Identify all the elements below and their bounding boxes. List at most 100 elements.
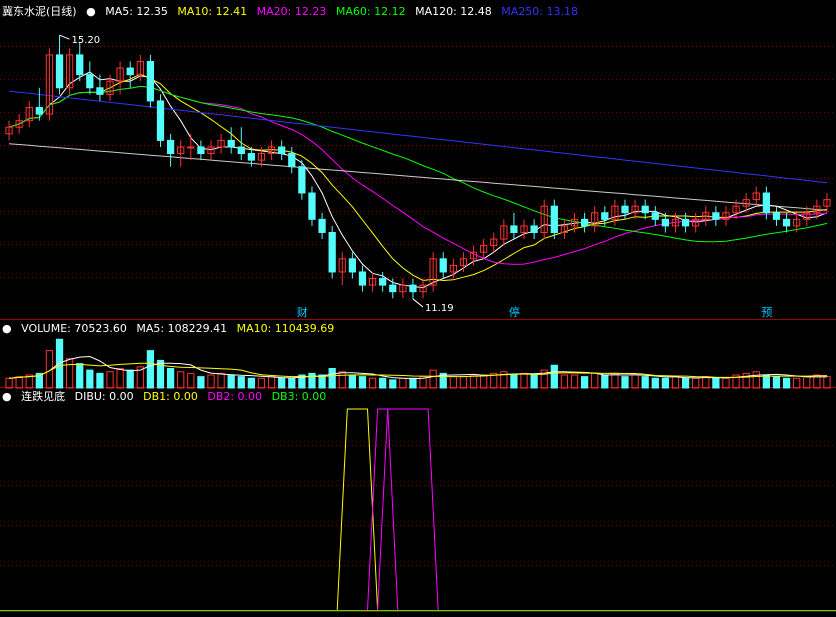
volume-bar <box>712 377 720 389</box>
volume-bar <box>429 369 437 389</box>
volume-bar <box>247 377 256 389</box>
volume-bar <box>66 358 74 389</box>
volume-bar <box>166 368 175 389</box>
volume-bar <box>126 369 134 389</box>
event-badge: 停 <box>509 305 520 319</box>
ma60-line <box>8 85 828 243</box>
candle-body <box>328 231 336 273</box>
volume-bar <box>621 376 629 389</box>
volume-bar <box>782 377 791 389</box>
candle-body <box>762 192 770 214</box>
volume-bar <box>681 377 690 389</box>
candle-body <box>712 212 720 220</box>
candle-body <box>318 218 326 233</box>
volume-bar <box>510 374 518 389</box>
candle-body <box>389 284 397 293</box>
volume-bar <box>611 372 619 389</box>
volume-bar <box>823 376 831 389</box>
chart-canvas: 15.20 11.19 财 停 预 <box>0 34 836 612</box>
indicator-menu-icon[interactable]: ● <box>86 5 96 18</box>
stock-chart-window: 15.20 11.19 财 停 预 冀东水泥(日线) ● MA5: 12.35 MA10… <box>0 0 836 617</box>
volume-bar <box>762 374 770 389</box>
volume-bar <box>399 377 407 389</box>
db3-value: DB3: 0.00 <box>271 390 327 403</box>
volume-bar <box>257 377 266 389</box>
candle-body <box>651 212 659 220</box>
volume-bar <box>358 376 367 389</box>
volume-bar <box>742 372 750 389</box>
candle-body <box>166 139 175 155</box>
candle-body <box>621 205 629 214</box>
candle-body <box>530 225 538 233</box>
candle-body <box>641 205 649 214</box>
volume-bar <box>793 377 801 389</box>
volume-bar <box>146 350 155 389</box>
volume-bar <box>651 377 659 389</box>
volume-bar <box>267 376 276 389</box>
volume-bar <box>197 376 205 389</box>
volume-bar <box>116 368 124 389</box>
volume-bar <box>601 374 609 389</box>
ma250-label: MA250: 13.18 <box>501 5 579 18</box>
volume-bar <box>459 376 468 389</box>
candle-body <box>601 212 609 220</box>
ma10-label: MA10: 12.41 <box>177 5 248 18</box>
volume-bar <box>449 376 457 389</box>
candle-body <box>86 74 94 89</box>
volume-bar <box>550 364 558 389</box>
candle-body <box>550 205 558 233</box>
volume-bar <box>520 372 528 389</box>
volume-bar <box>338 371 346 389</box>
candle-body <box>247 153 256 161</box>
candle-body <box>409 284 417 293</box>
volume-bar <box>702 376 710 389</box>
main-header: 冀东水泥(日线) ● MA5: 12.35 MA10: 12.41 MA20: … <box>2 4 584 20</box>
volume-bar <box>772 376 781 389</box>
ma20-line <box>8 85 828 265</box>
event-badge: 预 <box>761 306 772 319</box>
candle-body <box>227 139 235 148</box>
high-label: 15.20 <box>72 35 101 46</box>
volume-bar <box>217 372 225 389</box>
indicator-header: ● 连跌见底 DIBU: 0.00 DB1: 0.00 DB2: 0.00 DB… <box>2 389 332 405</box>
candle-body <box>146 60 155 102</box>
volume-bar <box>288 377 296 389</box>
low-marker <box>412 298 424 308</box>
volume-bar <box>187 372 195 389</box>
ma120-line <box>8 143 828 211</box>
volume-ma10: MA10: 110439.69 <box>236 322 335 335</box>
volume-bar <box>560 374 569 389</box>
candle-body <box>379 278 387 286</box>
ma20-label: MA20: 12.23 <box>256 5 327 18</box>
volume-bar <box>5 377 13 389</box>
volume-bar <box>328 368 336 389</box>
volume-bar <box>530 374 538 389</box>
candle-body <box>288 153 296 168</box>
candle-body <box>278 146 286 155</box>
volume-bar <box>15 376 23 389</box>
volume-bar <box>591 372 599 389</box>
indicator-title: 连跌见底 <box>21 390 66 403</box>
candle-body <box>348 258 356 273</box>
event-badge: 财 <box>297 305 308 319</box>
candle-body <box>772 212 781 220</box>
ma5-label: MA5: 12.35 <box>105 5 168 18</box>
volume-bar <box>348 374 356 389</box>
candle-body <box>580 218 589 227</box>
volume-bar <box>96 372 104 389</box>
candle-body <box>55 54 64 89</box>
volume-bar <box>278 377 286 389</box>
volume-bar <box>409 377 417 389</box>
volume-bar <box>55 338 64 389</box>
volume-bar <box>722 377 730 389</box>
volume-bar <box>641 376 649 389</box>
indicator-menu-icon[interactable]: ● <box>2 390 12 403</box>
indicator-menu-icon[interactable]: ● <box>2 322 12 335</box>
candle-body <box>76 54 84 76</box>
volume-bar <box>308 372 316 389</box>
dibu-value: DIBU: 0.00 <box>74 390 134 403</box>
volume-bar <box>86 369 94 389</box>
ma120-label: MA120: 12.48 <box>415 5 492 18</box>
volume-bar <box>803 376 811 389</box>
volume-bar <box>752 371 760 389</box>
